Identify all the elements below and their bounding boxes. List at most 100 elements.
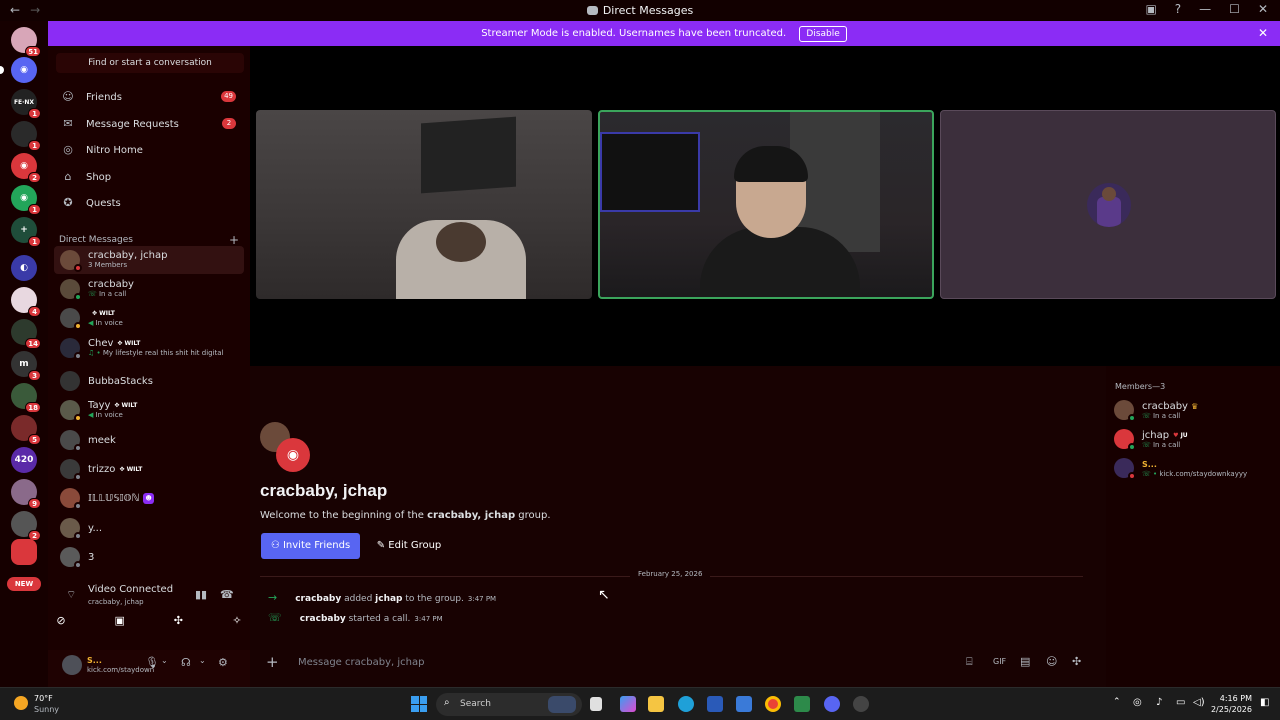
member-item[interactable]: cracbaby ♛ ☏ In a call	[1114, 400, 1198, 422]
discord-icon[interactable]	[824, 696, 840, 712]
discord-server-icon[interactable]: ◉ 1	[11, 185, 41, 215]
server-icon[interactable]: 14	[11, 319, 41, 349]
activities-icon[interactable]: ✣	[171, 614, 185, 628]
video-tile-speaking[interactable]	[598, 110, 934, 299]
maximize-icon[interactable]: ☐	[1229, 2, 1240, 16]
chevron-down-icon[interactable]: ⌄	[199, 656, 206, 665]
gift-icon[interactable]: ⌸	[966, 655, 973, 669]
avatar	[60, 547, 82, 569]
inbox-icon[interactable]: ▣	[1145, 2, 1156, 16]
video-tile[interactable]	[256, 110, 592, 299]
volume-icon[interactable]: ◁)	[1193, 697, 1205, 708]
dm-item[interactable]: cracbaby, jchap 3 Members	[54, 246, 244, 274]
start-button[interactable]	[411, 696, 427, 712]
server-icon[interactable]: 1	[11, 121, 41, 151]
sidebar-item-friends[interactable]: ☺ Friends 49	[54, 86, 244, 108]
server-rail: 51 ◉ FE·NX 1 1 ◉ 2 ◉ 1 +1 ◐ 4 14 m3 18 5 42…	[0, 21, 48, 687]
dm-item[interactable]: y...	[54, 514, 244, 542]
server-icon[interactable]: +1	[11, 217, 41, 247]
sidebar-item-quests[interactable]: ✪ Quests	[54, 192, 244, 214]
dm-section-header: Direct Messages +	[59, 233, 239, 247]
member-item[interactable]: jchap ♥ JU ☏ In a call	[1114, 429, 1188, 451]
server-icon[interactable]: ◉	[11, 57, 37, 83]
avatar	[60, 250, 82, 272]
outlook-icon[interactable]	[736, 696, 752, 712]
chevron-up-icon[interactable]: ⌃	[1113, 697, 1121, 707]
apps-icon[interactable]: ✣	[1072, 655, 1081, 668]
mic-icon[interactable]: ♪	[1156, 697, 1162, 708]
dm-item[interactable]: BubbaStacks	[54, 367, 244, 395]
server-icon[interactable]: m3	[11, 351, 41, 381]
dm-item[interactable]: cracbaby ☏ In a call	[54, 275, 244, 303]
camera-off-icon[interactable]: ⊘	[54, 614, 68, 628]
guild-tag: ✥ WILT	[114, 402, 138, 409]
clock[interactable]: 4:16 PM 2/25/2026	[1208, 693, 1252, 715]
server-icon[interactable]: FE·NX 1	[11, 89, 41, 119]
find-conversation-input[interactable]: Find or start a conversation	[56, 53, 244, 73]
voice-channel[interactable]: cracbaby, jchap	[88, 598, 144, 606]
gif-icon[interactable]: GIF	[993, 657, 1006, 666]
voice-panel: ⌔ Video Connected cracbaby, jchap ▮▮ ☎	[48, 580, 250, 640]
server-icon[interactable]: 51	[11, 27, 41, 57]
app-icon[interactable]	[794, 696, 810, 712]
close-icon[interactable]: ✕	[1258, 2, 1268, 16]
emoji-icon[interactable]: ☺	[1046, 655, 1057, 668]
task-view-icon[interactable]	[590, 697, 602, 711]
tray-app-icon[interactable]: ◎	[1133, 697, 1142, 708]
edit-group-button[interactable]: ✎ Edit Group	[368, 533, 450, 559]
close-banner-icon[interactable]: ✕	[1258, 21, 1268, 46]
sticker-icon[interactable]: ▤	[1020, 655, 1030, 668]
server-icon[interactable]: 9	[11, 479, 41, 509]
server-icon[interactable]: 2	[11, 511, 41, 541]
settings-icon[interactable]: ⚙	[218, 656, 228, 669]
file-explorer-icon[interactable]	[648, 696, 664, 712]
dm-item[interactable]: 3	[54, 543, 244, 571]
message-input[interactable]: Message cracbaby, jchap	[298, 657, 424, 668]
server-icon[interactable]: 5	[11, 415, 41, 445]
avatar-tile[interactable]	[940, 110, 1276, 299]
soundboard-button-icon[interactable]: ✧	[230, 614, 244, 628]
member-item[interactable]: S... ☏ • kick.com/staydownkayyy	[1114, 458, 1247, 480]
sidebar-item-nitro-home[interactable]: ◎ Nitro Home	[54, 139, 244, 161]
help-icon[interactable]: ?	[1175, 2, 1181, 16]
sidebar-item-message-requests[interactable]: ✉ Message Requests 2	[54, 113, 244, 135]
network-icon[interactable]: ▭	[1176, 697, 1185, 708]
notification-icon[interactable]: ◧	[1260, 697, 1269, 708]
dm-item[interactable]: meek	[54, 426, 244, 454]
screen-share-icon[interactable]: ▣	[113, 614, 127, 628]
sidebar-item-shop[interactable]: ⌂ Shop	[54, 166, 244, 188]
dm-item[interactable]: trizzo ✥ WILT	[54, 455, 244, 483]
headphones-icon[interactable]: ☊	[181, 656, 191, 669]
server-icon[interactable]: 4	[11, 287, 41, 317]
app-icon[interactable]	[853, 696, 869, 712]
invite-friends-button[interactable]: ⚇ Invite Friends	[261, 533, 360, 559]
taskbar-search[interactable]: ⌕ Search	[436, 693, 582, 716]
dm-item[interactable]: ✥ WILT ◀ In voice	[54, 304, 244, 332]
nitro-icon: ◎	[63, 143, 73, 156]
store-icon[interactable]	[707, 696, 723, 712]
edge-icon[interactable]	[678, 696, 694, 712]
dm-item[interactable]: Tayy ✥ WILT ◀ In voice	[54, 396, 244, 424]
attach-plus-icon[interactable]: +	[266, 653, 279, 671]
avatar	[60, 430, 82, 452]
chevron-down-icon[interactable]: ⌄	[161, 656, 168, 665]
disable-streamer-button[interactable]: Disable	[799, 26, 847, 42]
chrome-icon[interactable]	[765, 696, 781, 712]
discord-server-icon[interactable]: ◉ 2	[11, 153, 41, 183]
server-icon[interactable]: 18	[11, 383, 41, 413]
soundboard-icon[interactable]: ▮▮	[195, 588, 207, 601]
copilot-icon[interactable]	[620, 696, 636, 712]
create-dm-icon[interactable]: +	[229, 233, 239, 247]
dm-item[interactable]: 𝕀𝕃𝕃𝕌𝕊𝕀𝕆ℕ ☻	[54, 484, 244, 512]
mic-icon[interactable]: 🎙	[145, 656, 159, 669]
server-icon[interactable]: ◐	[11, 255, 37, 281]
server-icon[interactable]	[11, 539, 37, 565]
server-icon[interactable]: 420	[11, 447, 37, 473]
mouse-cursor-icon: ↖	[598, 587, 610, 603]
minimize-icon[interactable]: —	[1199, 2, 1211, 16]
disconnect-icon[interactable]: ☎	[220, 588, 234, 601]
avatar[interactable]	[62, 655, 82, 675]
signal-icon[interactable]: ⌔	[66, 588, 76, 602]
dm-item[interactable]: Chev ✥ WILT ♫ • My lifestyle real this shi…	[54, 334, 244, 362]
message-composer[interactable]: + Message cracbaby, jchap ⌸ GIF ▤ ☺ ✣	[256, 651, 1094, 675]
